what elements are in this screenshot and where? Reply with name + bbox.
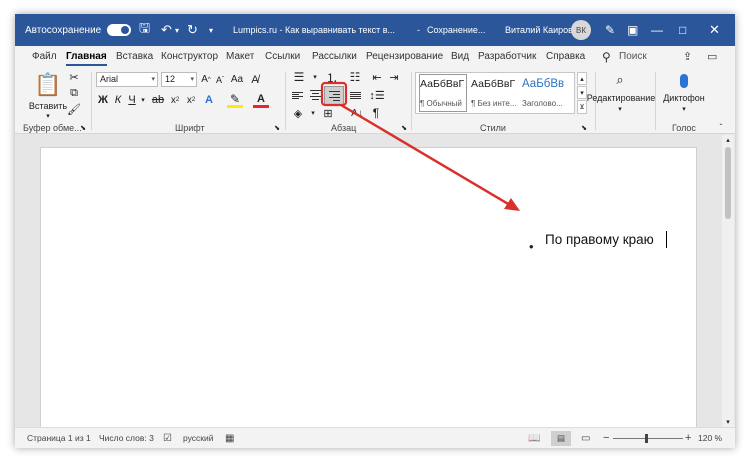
- zoom-out-button[interactable]: −: [603, 428, 609, 448]
- status-bar: Страница 1 из 1 Число слов: 3 ☑ русский …: [15, 427, 735, 448]
- word-count[interactable]: Число слов: 3: [99, 428, 154, 448]
- proofing-icon[interactable]: ☑: [163, 428, 172, 448]
- annotation-arrow-head: [504, 198, 520, 211]
- annotation-overlay: [320, 81, 520, 211]
- align-right-highlight: [320, 81, 348, 107]
- zoom-slider[interactable]: [613, 438, 683, 439]
- page-count[interactable]: Страница 1 из 1: [27, 428, 91, 448]
- zoom-slider-handle[interactable]: [645, 434, 648, 443]
- read-mode-icon[interactable]: 📖: [528, 428, 540, 448]
- annotation-arrow-line: [340, 103, 516, 210]
- print-layout-icon[interactable]: ▤: [551, 431, 571, 446]
- accessibility-icon[interactable]: ▦: [225, 428, 234, 448]
- zoom-level[interactable]: 120 %: [698, 428, 722, 448]
- zoom-in-button[interactable]: +: [685, 428, 691, 448]
- language-indicator[interactable]: русский: [183, 428, 214, 448]
- web-layout-icon[interactable]: ▭: [581, 428, 590, 448]
- word-window: Автосохранение 🖫 ↶ ▾ ↻ ▾ Lumpics.ru - Ка…: [15, 14, 735, 448]
